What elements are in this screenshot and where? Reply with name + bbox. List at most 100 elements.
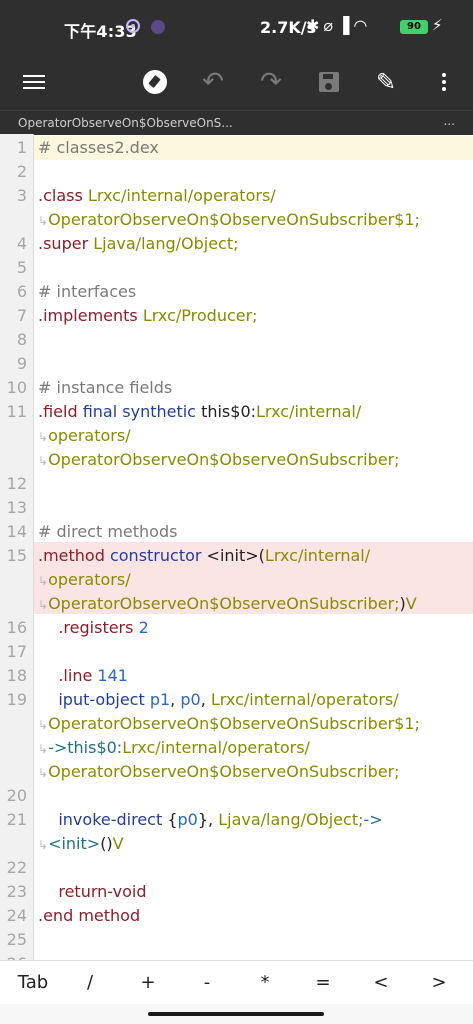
code-text: # classes2.dex bbox=[38, 136, 159, 160]
code-text: return-void bbox=[38, 880, 146, 904]
code-token: .class bbox=[38, 186, 83, 205]
code-line[interactable]: ↳OperatorObserveOn$ObserveOnSubscriber; bbox=[0, 448, 473, 472]
key-symbol[interactable]: - bbox=[178, 961, 236, 1005]
redo-icon[interactable]: ↷ bbox=[251, 62, 291, 102]
code-line[interactable]: ↳<init>()V bbox=[0, 832, 473, 856]
code-line[interactable]: 11 .field final synthetic this$0:Lrxc/int… bbox=[0, 400, 473, 424]
code-line[interactable]: 7 .implements Lrxc/Producer; bbox=[0, 304, 473, 328]
code-line[interactable]: ↳->this$0:Lrxc/internal/operators/ bbox=[0, 736, 473, 760]
code-line[interactable]: ↳OperatorObserveOn$ObserveOnSubscriber$1… bbox=[0, 712, 473, 736]
code-token: <init>( bbox=[201, 546, 265, 565]
bluetooth-icon: ✱ bbox=[306, 16, 324, 35]
key-symbol[interactable]: < bbox=[352, 961, 410, 1005]
code-line[interactable]: 14 # direct methods bbox=[0, 520, 473, 544]
file-tab-more[interactable]: ... bbox=[444, 114, 455, 128]
code-token: operators/ bbox=[48, 570, 131, 589]
code-line[interactable]: ↳OperatorObserveOn$ObserveOnSubscriber; bbox=[0, 760, 473, 784]
code-line[interactable]: 18 .line 141 bbox=[0, 664, 473, 688]
home-gesture-bar[interactable] bbox=[148, 1012, 324, 1016]
line-number: 13 bbox=[6, 498, 27, 517]
code-token: { bbox=[162, 810, 178, 829]
code-line[interactable]: 5 bbox=[0, 256, 473, 280]
code-token: p0 bbox=[177, 810, 198, 829]
code-editor[interactable]: 1 # classes2.dex 2 3 .class Lrxc/internal/op… bbox=[0, 134, 473, 960]
code-token: return-void bbox=[58, 882, 147, 901]
code-line[interactable]: 21 invoke-direct {p0}, Ljava/lang/Object… bbox=[0, 808, 473, 832]
key-symbol[interactable]: / bbox=[61, 961, 119, 1005]
code-line[interactable]: ↳OperatorObserveOn$ObserveOnSubscriber$1… bbox=[0, 208, 473, 232]
key-symbol[interactable]: > bbox=[410, 961, 468, 1005]
undo-icon[interactable]: ↶ bbox=[193, 62, 233, 102]
code-line[interactable]: ↳OperatorObserveOn$ObserveOnSubscriber;)… bbox=[0, 592, 473, 616]
key-symbol[interactable]: = bbox=[294, 961, 352, 1005]
code-line[interactable]: 22 bbox=[0, 856, 473, 880]
code-line[interactable]: 4 .super Ljava/lang/Object; bbox=[0, 232, 473, 256]
code-text: ↳OperatorObserveOn$ObserveOnSubscriber$1… bbox=[38, 712, 420, 737]
code-line[interactable]: 9 bbox=[0, 352, 473, 376]
code-lines: 1 # classes2.dex 2 3 .class Lrxc/internal/op… bbox=[0, 136, 473, 960]
code-text: ↳operators/ bbox=[38, 568, 131, 593]
file-tab[interactable]: OperatorObserveOn$ObserveOnS... bbox=[18, 116, 233, 130]
code-token: , bbox=[170, 690, 181, 709]
code-line[interactable]: 23 return-void bbox=[0, 880, 473, 904]
save-icon[interactable] bbox=[309, 62, 349, 102]
code-line[interactable]: 12 bbox=[0, 472, 473, 496]
code-line[interactable]: 8 bbox=[0, 328, 473, 352]
symbol-key-bar: Tab / + - * = < > bbox=[0, 960, 473, 1005]
code-line[interactable]: 13 bbox=[0, 496, 473, 520]
line-number: 11 bbox=[6, 402, 27, 421]
line-number: 21 bbox=[6, 810, 27, 829]
code-token: -> bbox=[363, 810, 383, 829]
line-number: 24 bbox=[6, 906, 27, 925]
code-line[interactable]: 17 bbox=[0, 640, 473, 664]
code-token: .implements bbox=[38, 306, 138, 325]
line-number: 16 bbox=[6, 618, 27, 637]
code-line[interactable]: 19 iput-object p1, p0, Lrxc/internal/ope… bbox=[0, 688, 473, 712]
line-number: 25 bbox=[6, 930, 27, 949]
code-token: OperatorObserveOn$ObserveOnSubscriber; bbox=[48, 450, 400, 469]
code-line[interactable]: 1 # classes2.dex bbox=[0, 136, 473, 160]
line-number: 17 bbox=[6, 642, 27, 661]
code-text: ↳OperatorObserveOn$ObserveOnSubscriber;)… bbox=[38, 592, 417, 617]
code-token: invoke-direct bbox=[58, 810, 163, 829]
compass-icon[interactable] bbox=[135, 62, 175, 102]
key-symbol[interactable]: * bbox=[236, 961, 294, 1005]
code-line[interactable]: 15 .method constructor <init>(Lrxc/intern… bbox=[0, 544, 473, 568]
code-line[interactable]: 2 bbox=[0, 160, 473, 184]
wrap-indicator-icon: ↳ bbox=[38, 718, 49, 732]
code-token: }, bbox=[197, 810, 219, 829]
code-text: # interfaces bbox=[38, 280, 136, 304]
code-line[interactable]: 3 .class Lrxc/internal/operators/ bbox=[0, 184, 473, 208]
code-line[interactable]: 20 bbox=[0, 784, 473, 808]
key-symbol[interactable]: + bbox=[119, 961, 177, 1005]
app-notification-icon bbox=[151, 20, 165, 34]
code-token: OperatorObserveOn$ObserveOnSubscriber$1; bbox=[48, 210, 420, 229]
code-token: constructor bbox=[109, 546, 202, 565]
file-tab-bar: OperatorObserveOn$ObserveOnS... ... bbox=[0, 110, 473, 135]
key-tab[interactable]: Tab bbox=[4, 961, 62, 1005]
toolbar: ↶ ↷ ✎ bbox=[0, 54, 473, 110]
line-number: 15 bbox=[6, 546, 27, 565]
line-number: 10 bbox=[6, 378, 27, 397]
code-token: Lrxc/internal/operators/ bbox=[122, 738, 310, 757]
code-token: V bbox=[112, 834, 124, 853]
code-line[interactable]: ↳operators/ bbox=[0, 568, 473, 592]
code-line[interactable]: 24 .end method bbox=[0, 904, 473, 928]
code-token: Ljava/lang/Object; bbox=[218, 810, 364, 829]
menu-icon[interactable] bbox=[14, 62, 54, 102]
code-token: Lrxc/internal/ bbox=[256, 402, 362, 421]
wrap-indicator-icon: ↳ bbox=[38, 454, 49, 468]
line-number: 19 bbox=[6, 690, 27, 709]
code-line[interactable]: 10 # instance fields bbox=[0, 376, 473, 400]
code-line[interactable]: 6 # interfaces bbox=[0, 280, 473, 304]
code-token: # direct methods bbox=[38, 522, 178, 541]
line-number: 26 bbox=[0, 952, 27, 960]
code-line[interactable]: ↳operators/ bbox=[0, 424, 473, 448]
pencil-icon[interactable]: ✎ bbox=[366, 62, 406, 102]
code-line[interactable]: 16 .registers 2 bbox=[0, 616, 473, 640]
code-line[interactable]: 25 bbox=[0, 928, 473, 952]
wrap-indicator-icon: ↳ bbox=[38, 838, 49, 852]
more-icon[interactable] bbox=[424, 62, 464, 102]
code-line[interactable]: 26 bbox=[0, 952, 473, 960]
